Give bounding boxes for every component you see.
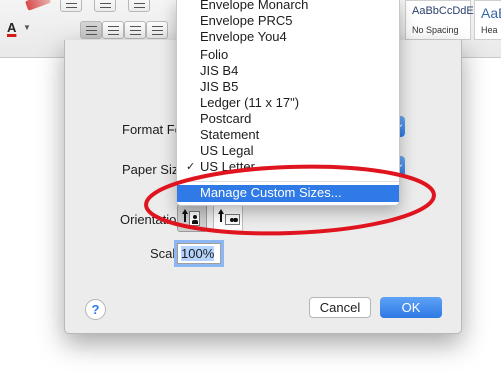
menu-item[interactable]: Envelope Monarch: [177, 0, 399, 14]
menu-item[interactable]: US Legal: [177, 143, 399, 160]
font-color-button[interactable]: A ▼: [6, 20, 31, 42]
style-heading[interactable]: AaBb Hea: [474, 0, 501, 40]
numbered-list-icon: [100, 0, 111, 8]
multilevel-list-icon: [134, 0, 145, 8]
font-color-icon: A: [7, 20, 17, 35]
multilevel-list-button[interactable]: [128, 0, 150, 12]
portrait-orientation-button[interactable]: [177, 204, 207, 232]
paper-size-menu: Envelope Monarch Envelope PRC5 Envelope …: [176, 0, 400, 206]
cancel-button[interactable]: Cancel: [309, 297, 371, 318]
justify-icon: [152, 26, 163, 35]
menu-item-label: US Letter: [200, 159, 255, 174]
landscape-page-icon: [225, 214, 240, 225]
align-center-button[interactable]: [102, 21, 124, 39]
menu-item[interactable]: JIS B4: [177, 63, 399, 80]
arrow-up-icon: [218, 209, 224, 222]
scale-value: 100%: [181, 246, 215, 261]
bullet-list-icon: [66, 0, 77, 8]
arrow-up-icon: [182, 209, 188, 222]
menu-item[interactable]: Envelope PRC5: [177, 13, 399, 30]
menu-item[interactable]: Postcard: [177, 111, 399, 128]
menu-item[interactable]: Statement: [177, 127, 399, 144]
bullet-list-button[interactable]: [60, 0, 82, 12]
menu-item[interactable]: Ledger (11 x 17"): [177, 95, 399, 112]
help-button[interactable]: ?: [85, 299, 106, 320]
style-sample: AaBbCcDdEe: [412, 5, 480, 17]
style-name: No Spacing: [412, 25, 459, 35]
align-left-icon: [86, 26, 97, 35]
menu-item[interactable]: JIS B5: [177, 79, 399, 96]
style-no-spacing[interactable]: AaBbCcDdEe No Spacing: [405, 0, 480, 40]
style-name: Hea: [481, 25, 498, 35]
manage-custom-sizes-item[interactable]: Manage Custom Sizes...: [177, 185, 399, 202]
pencil-icon[interactable]: [25, 0, 51, 11]
menu-item-selected[interactable]: ✓ US Letter: [177, 159, 399, 176]
scale-input[interactable]: 100%: [177, 243, 221, 264]
justify-button[interactable]: [146, 21, 168, 39]
checkmark-icon: ✓: [186, 161, 196, 173]
align-right-button[interactable]: [124, 21, 146, 39]
style-sample: AaBb: [481, 5, 501, 21]
align-center-icon: [108, 26, 119, 35]
chevron-down-icon[interactable]: ▼: [23, 23, 31, 32]
portrait-page-icon: [189, 211, 200, 226]
landscape-orientation-button[interactable]: [213, 204, 243, 232]
numbered-list-button[interactable]: [94, 0, 116, 12]
menu-item[interactable]: Envelope You4: [177, 29, 399, 46]
menu-separator: [177, 181, 399, 182]
align-left-button[interactable]: [80, 21, 102, 39]
ok-button[interactable]: OK: [380, 297, 442, 318]
align-right-icon: [130, 26, 141, 35]
menu-item[interactable]: Folio: [177, 47, 399, 64]
